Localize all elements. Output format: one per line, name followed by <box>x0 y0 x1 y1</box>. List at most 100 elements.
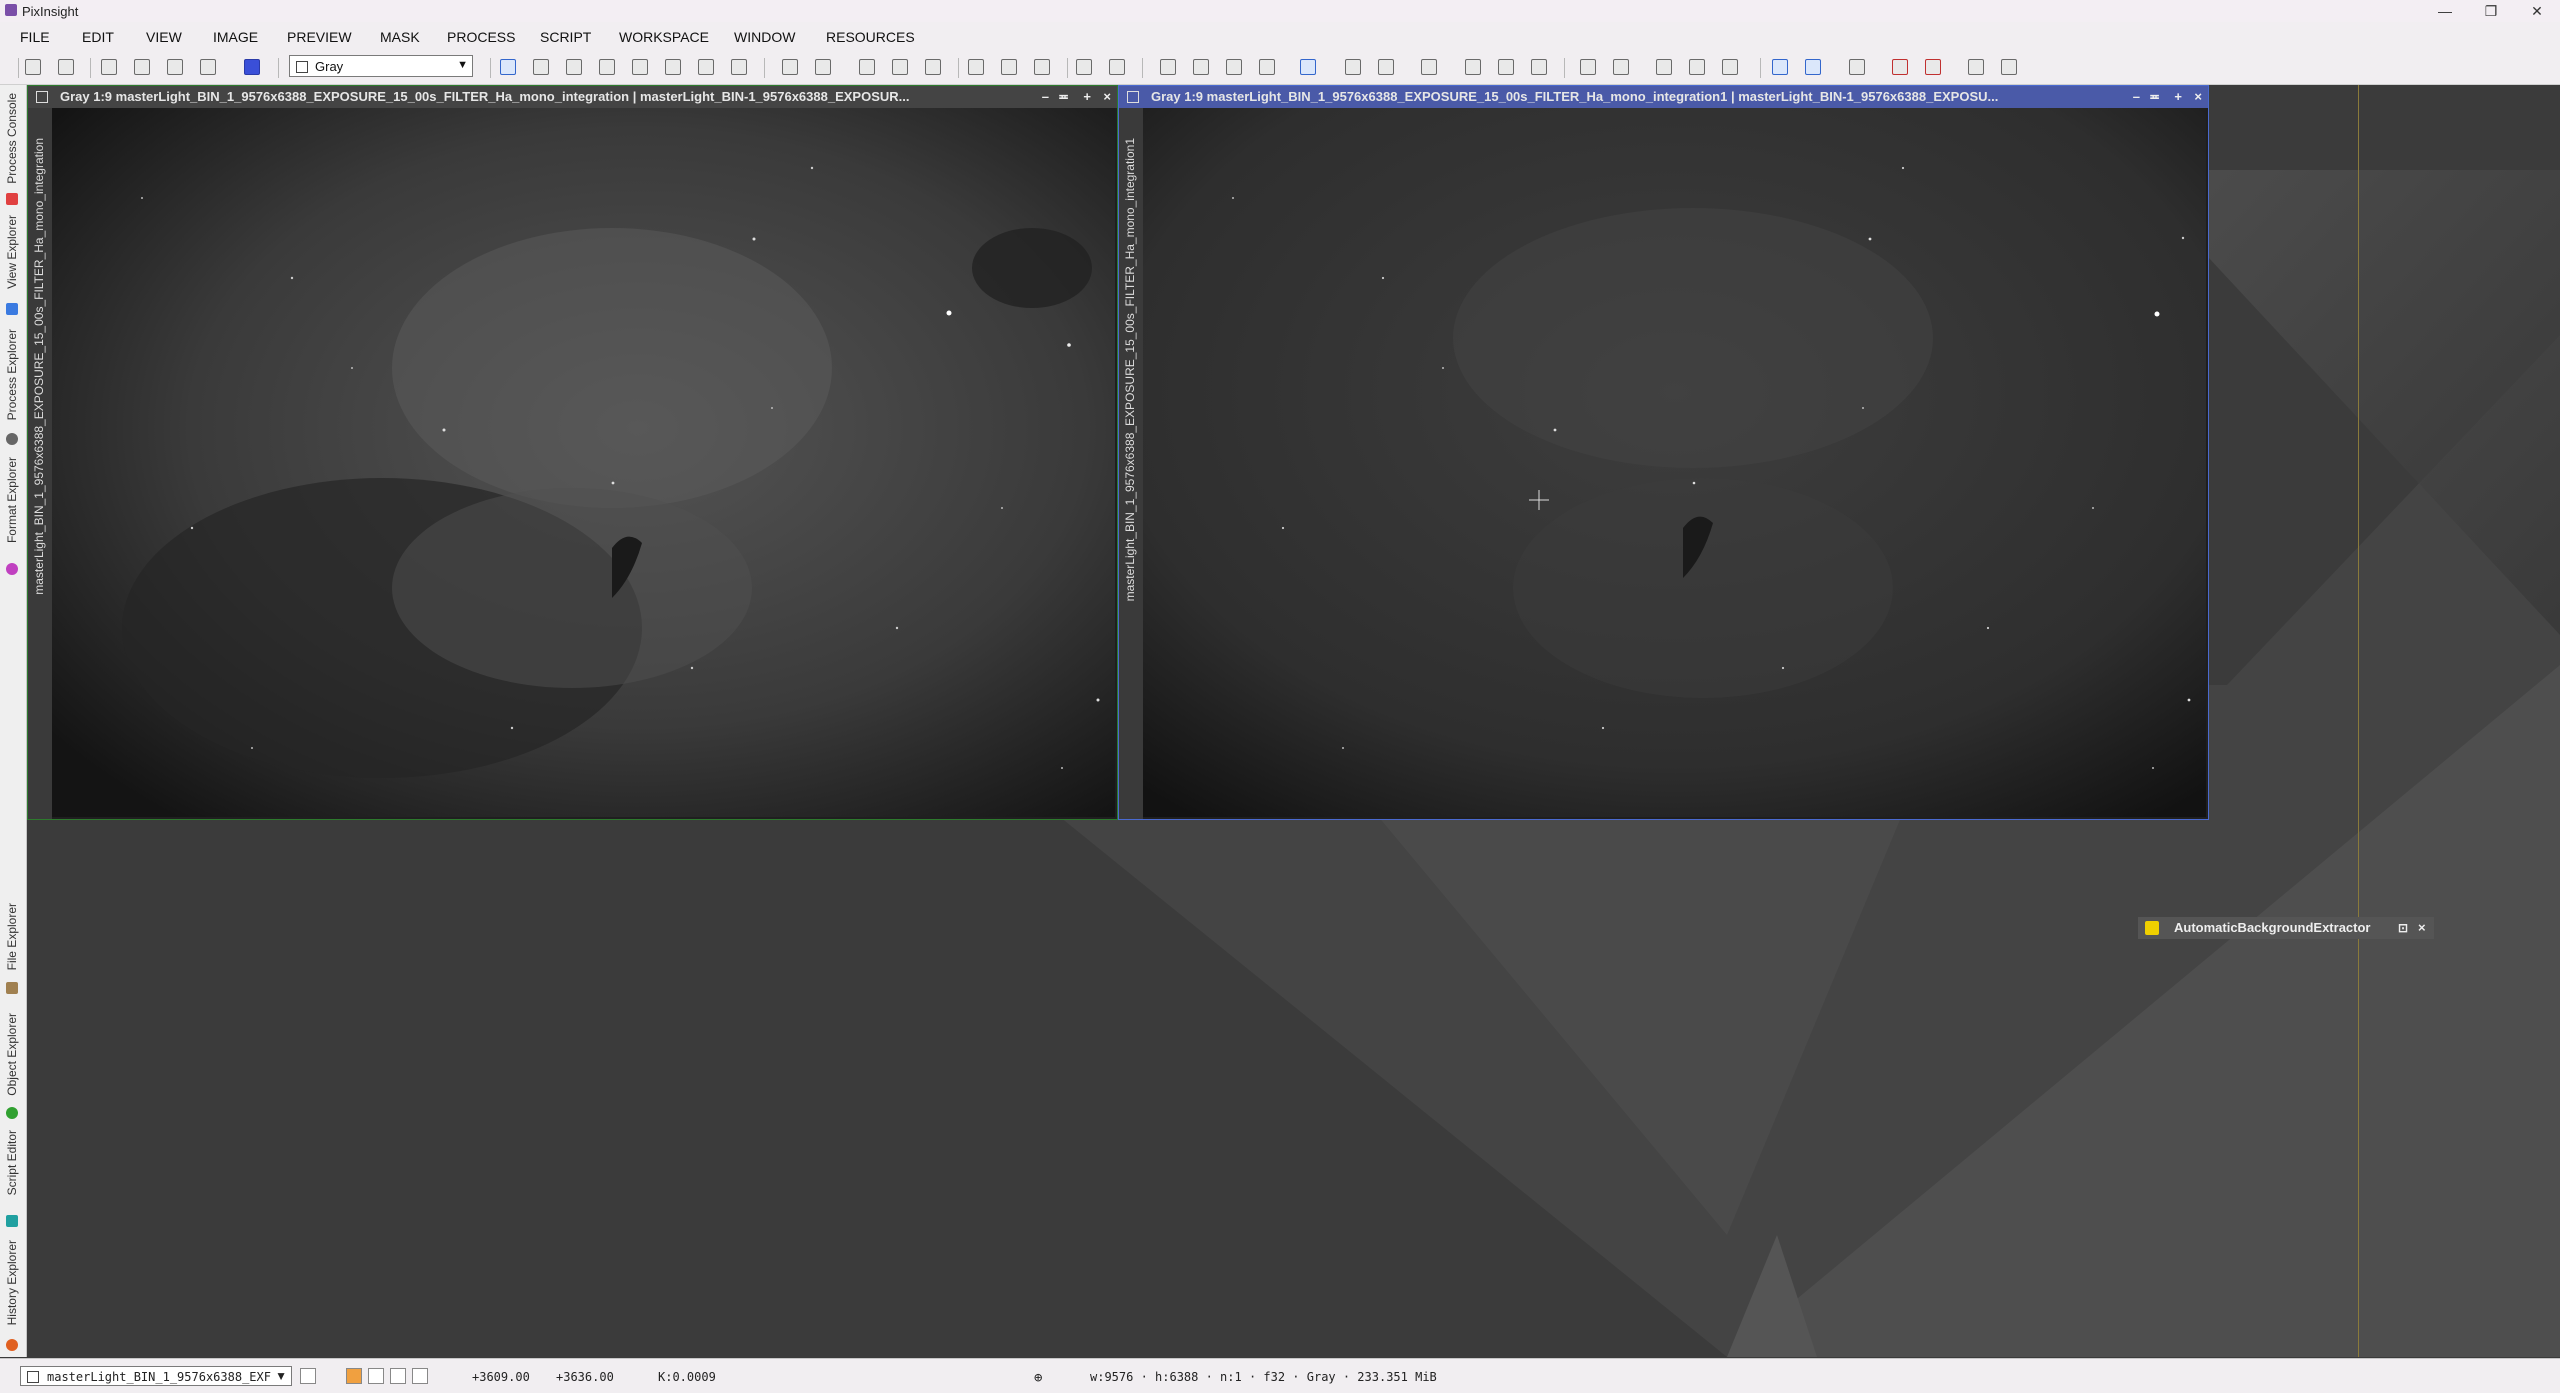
process-icon[interactable] <box>1345 59 1361 75</box>
icon-set-icon[interactable] <box>1465 59 1481 75</box>
icon-arrange-icon[interactable] <box>1498 59 1514 75</box>
sample-color-swatch <box>346 1368 362 1384</box>
pan-mode-icon[interactable] <box>500 59 516 75</box>
abe-close-icon[interactable]: × <box>2418 917 2426 939</box>
zoom-fit-icon[interactable] <box>566 59 582 75</box>
abe-process-panel[interactable]: AutomaticBackgroundExtractor ⊡ × <box>2138 917 2434 939</box>
fit-view-icon[interactable] <box>533 59 549 75</box>
tab-file-explorer[interactable]: File Explorer <box>5 903 19 970</box>
image-window-shade-button[interactable]: ≖ <box>2149 86 2160 108</box>
zoom-1-1-icon[interactable] <box>859 59 875 75</box>
minimize-window-button[interactable]: — <box>2422 0 2468 22</box>
tab-process-explorer[interactable]: Process Explorer <box>5 329 19 420</box>
menu-window[interactable]: WINDOW <box>734 29 795 45</box>
image-window-2-titlebar[interactable]: Gray 1:9 masterLight_BIN_1_9576x6388_EXP… <box>1119 86 2208 108</box>
new-image-icon[interactable] <box>101 59 117 75</box>
sample-swatch-4 <box>412 1368 428 1384</box>
toolbar-separator <box>490 58 491 78</box>
image-window-2-identifier[interactable]: masterLight_BIN_1_9576x6388_EXPOSURE_15_… <box>1123 138 1137 601</box>
view-selector[interactable]: masterLight_BIN_1_9576x6388_EXF ▼ <box>20 1366 292 1386</box>
menu-image[interactable]: IMAGE <box>213 29 258 45</box>
zoom-2-1-icon[interactable] <box>892 59 908 75</box>
tab-format-explorer[interactable]: Format Explorer <box>5 457 19 543</box>
preview-edit-icon[interactable] <box>1001 59 1017 75</box>
move-icon[interactable] <box>632 59 648 75</box>
image-window-minimize-button[interactable]: – <box>1042 86 1049 108</box>
save-icon[interactable] <box>167 59 183 75</box>
monitor-settings-icon[interactable] <box>2001 59 2017 75</box>
undo-icon[interactable] <box>25 59 41 75</box>
menu-bar: FILE EDIT VIEW IMAGE PREVIEW MASK PROCES… <box>0 22 2560 50</box>
image-window-1[interactable]: Gray 1:9 masterLight_BIN_1_9576x6388_EXP… <box>27 85 1118 820</box>
mask-remove-icon[interactable] <box>1259 59 1275 75</box>
window-menu-icon[interactable] <box>1127 91 1139 103</box>
color-management-icon[interactable] <box>244 59 260 75</box>
mask-invert-icon[interactable] <box>1226 59 1242 75</box>
tab-object-explorer[interactable]: Object Explorer <box>5 1013 19 1096</box>
image-window-close-button[interactable]: × <box>1103 86 1111 108</box>
open-file-icon[interactable] <box>134 59 150 75</box>
redo-icon[interactable] <box>58 59 74 75</box>
readout-icon[interactable] <box>1076 59 1092 75</box>
menu-edit[interactable]: EDIT <box>82 29 114 45</box>
icon-hide-icon[interactable] <box>1531 59 1547 75</box>
process-alt-icon[interactable] <box>1378 59 1394 75</box>
menu-mask[interactable]: MASK <box>380 29 420 45</box>
window-minimize-all-icon[interactable] <box>1722 59 1738 75</box>
save-as-icon[interactable] <box>200 59 216 75</box>
window-cascade-icon[interactable] <box>1613 59 1629 75</box>
screen-icon[interactable] <box>1772 59 1788 75</box>
zoom-out-icon[interactable] <box>815 59 831 75</box>
window-tile-icon[interactable] <box>1580 59 1596 75</box>
menu-view[interactable]: VIEW <box>146 29 182 45</box>
tab-process-console[interactable]: Process Console <box>5 93 19 184</box>
tab-history-explorer[interactable]: History Explorer <box>5 1240 19 1325</box>
zoom-1-2-icon[interactable] <box>925 59 941 75</box>
image-window-minimize-button[interactable]: – <box>2133 86 2140 108</box>
page-alt-icon[interactable] <box>698 59 714 75</box>
close-window-button[interactable]: ✕ <box>2514 0 2560 22</box>
image-window-2[interactable]: Gray 1:9 masterLight_BIN_1_9576x6388_EXP… <box>1118 85 2209 820</box>
image-canvas-2[interactable] <box>1143 108 2206 817</box>
image-window-maximize-button[interactable]: + <box>2174 86 2182 108</box>
menu-process[interactable]: PROCESS <box>447 29 515 45</box>
workspace-divider <box>2358 85 2359 1357</box>
mask-show-icon[interactable] <box>1193 59 1209 75</box>
tab-view-explorer[interactable]: View Explorer <box>5 215 19 289</box>
image-window-1-identifier[interactable]: masterLight_BIN_1_9576x6388_EXPOSURE_15_… <box>32 138 46 595</box>
preview-icon[interactable] <box>968 59 984 75</box>
screen-photo-icon[interactable] <box>1805 59 1821 75</box>
menu-resources[interactable]: RESOURCES <box>826 29 915 45</box>
center-icon[interactable] <box>599 59 615 75</box>
image-window-shade-button[interactable]: ≖ <box>1058 86 1069 108</box>
view-mode-select[interactable]: Gray ▼ <box>289 55 473 77</box>
window-list-icon[interactable] <box>1656 59 1672 75</box>
image-window-close-button[interactable]: × <box>2194 86 2202 108</box>
menu-script[interactable]: SCRIPT <box>540 29 591 45</box>
abe-unshade-icon[interactable]: ⊡ <box>2398 917 2408 939</box>
preview-store-icon[interactable] <box>1034 59 1050 75</box>
menu-workspace[interactable]: WORKSPACE <box>619 29 709 45</box>
menu-preview[interactable]: PREVIEW <box>287 29 352 45</box>
window-close-all-icon[interactable] <box>1689 59 1705 75</box>
monitor-icon[interactable] <box>1968 59 1984 75</box>
workspace-remove-icon[interactable] <box>1892 59 1908 75</box>
history-icon[interactable] <box>1421 59 1437 75</box>
image-window-maximize-button[interactable]: + <box>1083 86 1091 108</box>
tab-script-editor[interactable]: Script Editor <box>5 1130 19 1195</box>
page-icon[interactable] <box>665 59 681 75</box>
mask-icon[interactable] <box>1160 59 1176 75</box>
image-window-1-side-strip: masterLight_BIN_1_9576x6388_EXPOSURE_15_… <box>28 108 52 819</box>
window-menu-icon[interactable] <box>36 91 48 103</box>
menu-file[interactable]: FILE <box>20 29 50 45</box>
script-icon[interactable] <box>1300 59 1316 75</box>
workspace-icon[interactable] <box>1849 59 1865 75</box>
image-window-1-titlebar[interactable]: Gray 1:9 masterLight_BIN_1_9576x6388_EXP… <box>28 86 1117 108</box>
image-canvas-1[interactable] <box>52 108 1115 817</box>
workspace-clear-icon[interactable] <box>1925 59 1941 75</box>
view-toggle-icon[interactable] <box>300 1368 316 1384</box>
zoom-in-icon[interactable] <box>782 59 798 75</box>
pointer-icon[interactable] <box>731 59 747 75</box>
restore-window-button[interactable]: ❐ <box>2468 0 2514 22</box>
stf-icon[interactable] <box>1109 59 1125 75</box>
